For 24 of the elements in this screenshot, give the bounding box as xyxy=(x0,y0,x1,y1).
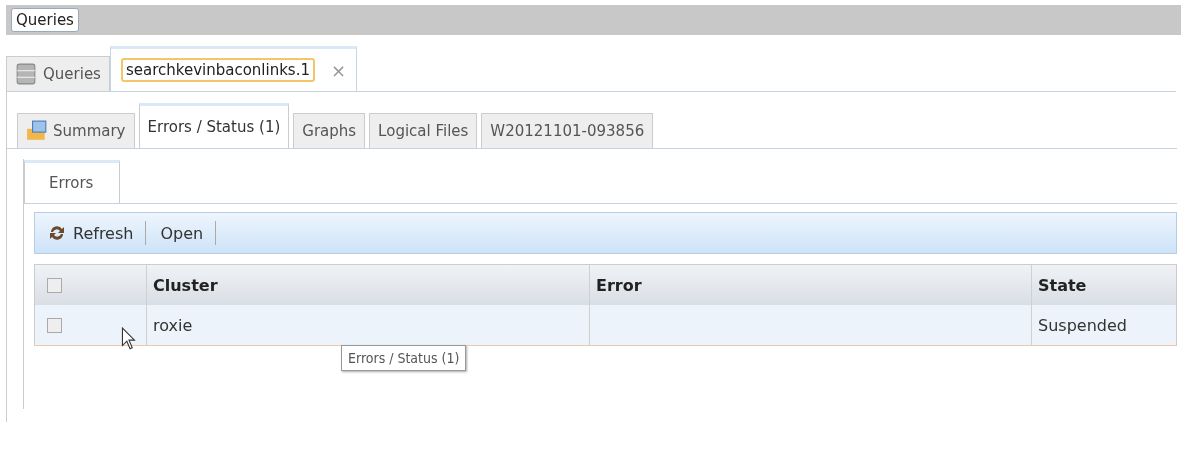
tab[interactable]: Queries xyxy=(6,56,110,91)
folder-icon xyxy=(26,120,48,142)
pointer-icon xyxy=(121,327,137,351)
table-row[interactable]: roxie Suspended xyxy=(35,305,1176,346)
tooltip: Errors / Status (1) xyxy=(341,345,467,371)
toolbar-button[interactable]: Refresh xyxy=(43,223,146,243)
tab[interactable]: W20121101-093856 xyxy=(481,113,654,148)
tab[interactable]: Summary xyxy=(17,113,135,148)
checkbox[interactable] xyxy=(47,277,62,293)
toolbar-button[interactable]: Open xyxy=(156,223,216,243)
tab[interactable]: searchkevinbaconlinks.1 × xyxy=(109,46,358,91)
column-header[interactable]: State xyxy=(1032,265,1176,305)
tab[interactable]: Graphs xyxy=(293,113,366,148)
tab[interactable]: Logical Files xyxy=(369,113,478,148)
tab-label: searchkevinbaconlinks.1 xyxy=(120,58,315,82)
table-cell: Suspended xyxy=(1038,315,1127,335)
table-cell: roxie xyxy=(153,315,193,335)
database-icon xyxy=(15,63,37,85)
tab[interactable]: Errors / Status (1) xyxy=(138,103,290,148)
refresh-icon xyxy=(47,223,67,243)
checkbox[interactable] xyxy=(47,317,62,333)
tab-label: Queries xyxy=(43,65,101,83)
tab[interactable]: Errors xyxy=(24,160,121,203)
queries-title[interactable]: Queries xyxy=(11,8,79,32)
